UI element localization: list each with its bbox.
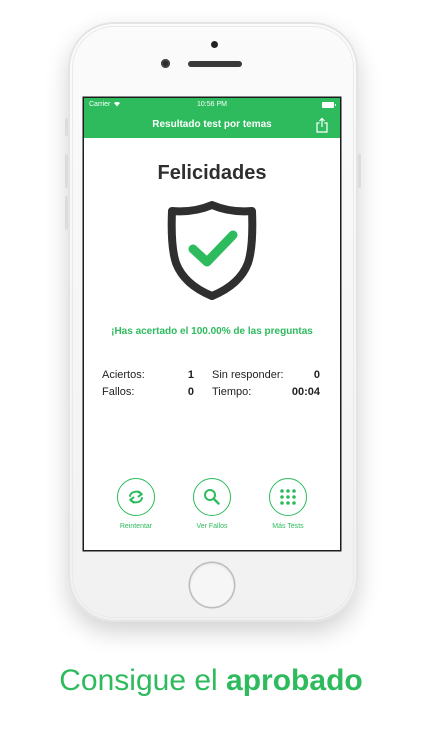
more-tests-button[interactable]: Más Tests xyxy=(258,478,318,530)
action-bar: Reintentar Ver Fallos Más Tests xyxy=(84,478,340,538)
stat-value: 1 xyxy=(187,369,194,381)
grid-icon xyxy=(280,489,296,505)
phone-frame: Carrier 10:56 PM Resultado test por tema… xyxy=(65,22,361,622)
volume-up-button xyxy=(65,154,68,188)
stat-value: 0 xyxy=(187,386,194,398)
stat-label: Sin responder: xyxy=(212,369,284,381)
stat-label: Tiempo: xyxy=(212,386,252,398)
result-title: Felicidades xyxy=(157,162,267,184)
retry-icon xyxy=(129,490,143,504)
stat-value: 0 xyxy=(313,369,320,381)
retry-button[interactable]: Reintentar xyxy=(106,478,166,530)
view-errors-circle[interactable] xyxy=(193,478,231,516)
front-camera xyxy=(161,59,170,68)
retry-circle[interactable] xyxy=(117,478,155,516)
stat-value: 00:04 xyxy=(291,386,320,398)
stat-fallos: Fallos: 0 xyxy=(102,386,194,403)
status-bar: Carrier 10:56 PM xyxy=(84,98,340,112)
search-icon xyxy=(204,489,220,505)
stat-sin-responder: Sin responder: 0 xyxy=(212,369,320,386)
more-tests-circle[interactable] xyxy=(269,478,307,516)
volume-down-button xyxy=(65,196,68,230)
top-sensor xyxy=(211,41,218,48)
battery-icon xyxy=(322,102,336,108)
stats-right: Sin responder: 0 Tiempo: 00:04 xyxy=(212,369,320,403)
mute-switch xyxy=(65,118,68,136)
stat-aciertos: Aciertos: 1 xyxy=(102,369,194,386)
retry-label: Reintentar xyxy=(119,523,153,530)
success-message: ¡Has acertado el 100.00% de las pregunta… xyxy=(111,326,313,337)
tagline-bold: aprobado xyxy=(226,664,363,697)
stat-label: Fallos: xyxy=(102,386,135,398)
shield-check-icon xyxy=(164,199,260,301)
view-errors-button[interactable]: Ver Fallos xyxy=(182,478,242,530)
share-icon[interactable] xyxy=(315,117,329,133)
more-tests-label: Más Tests xyxy=(272,523,304,530)
status-time: 10:56 PM xyxy=(197,101,227,108)
promo-tagline: Consigue el aprobado xyxy=(0,664,422,698)
stat-label: Aciertos: xyxy=(102,369,145,381)
stat-tiempo: Tiempo: 00:04 xyxy=(212,386,320,403)
earpiece-speaker xyxy=(188,61,242,67)
tagline-prefix: Consigue el xyxy=(59,664,227,697)
power-button xyxy=(358,154,361,188)
navigation-bar: Resultado test por temas xyxy=(84,112,340,138)
stats-left: Aciertos: 1 Fallos: 0 xyxy=(102,369,194,403)
nav-title: Resultado test por temas xyxy=(152,119,272,130)
home-button[interactable] xyxy=(190,563,234,607)
app-screen: Carrier 10:56 PM Resultado test por tema… xyxy=(84,98,340,550)
view-errors-label: Ver Fallos xyxy=(196,523,228,530)
